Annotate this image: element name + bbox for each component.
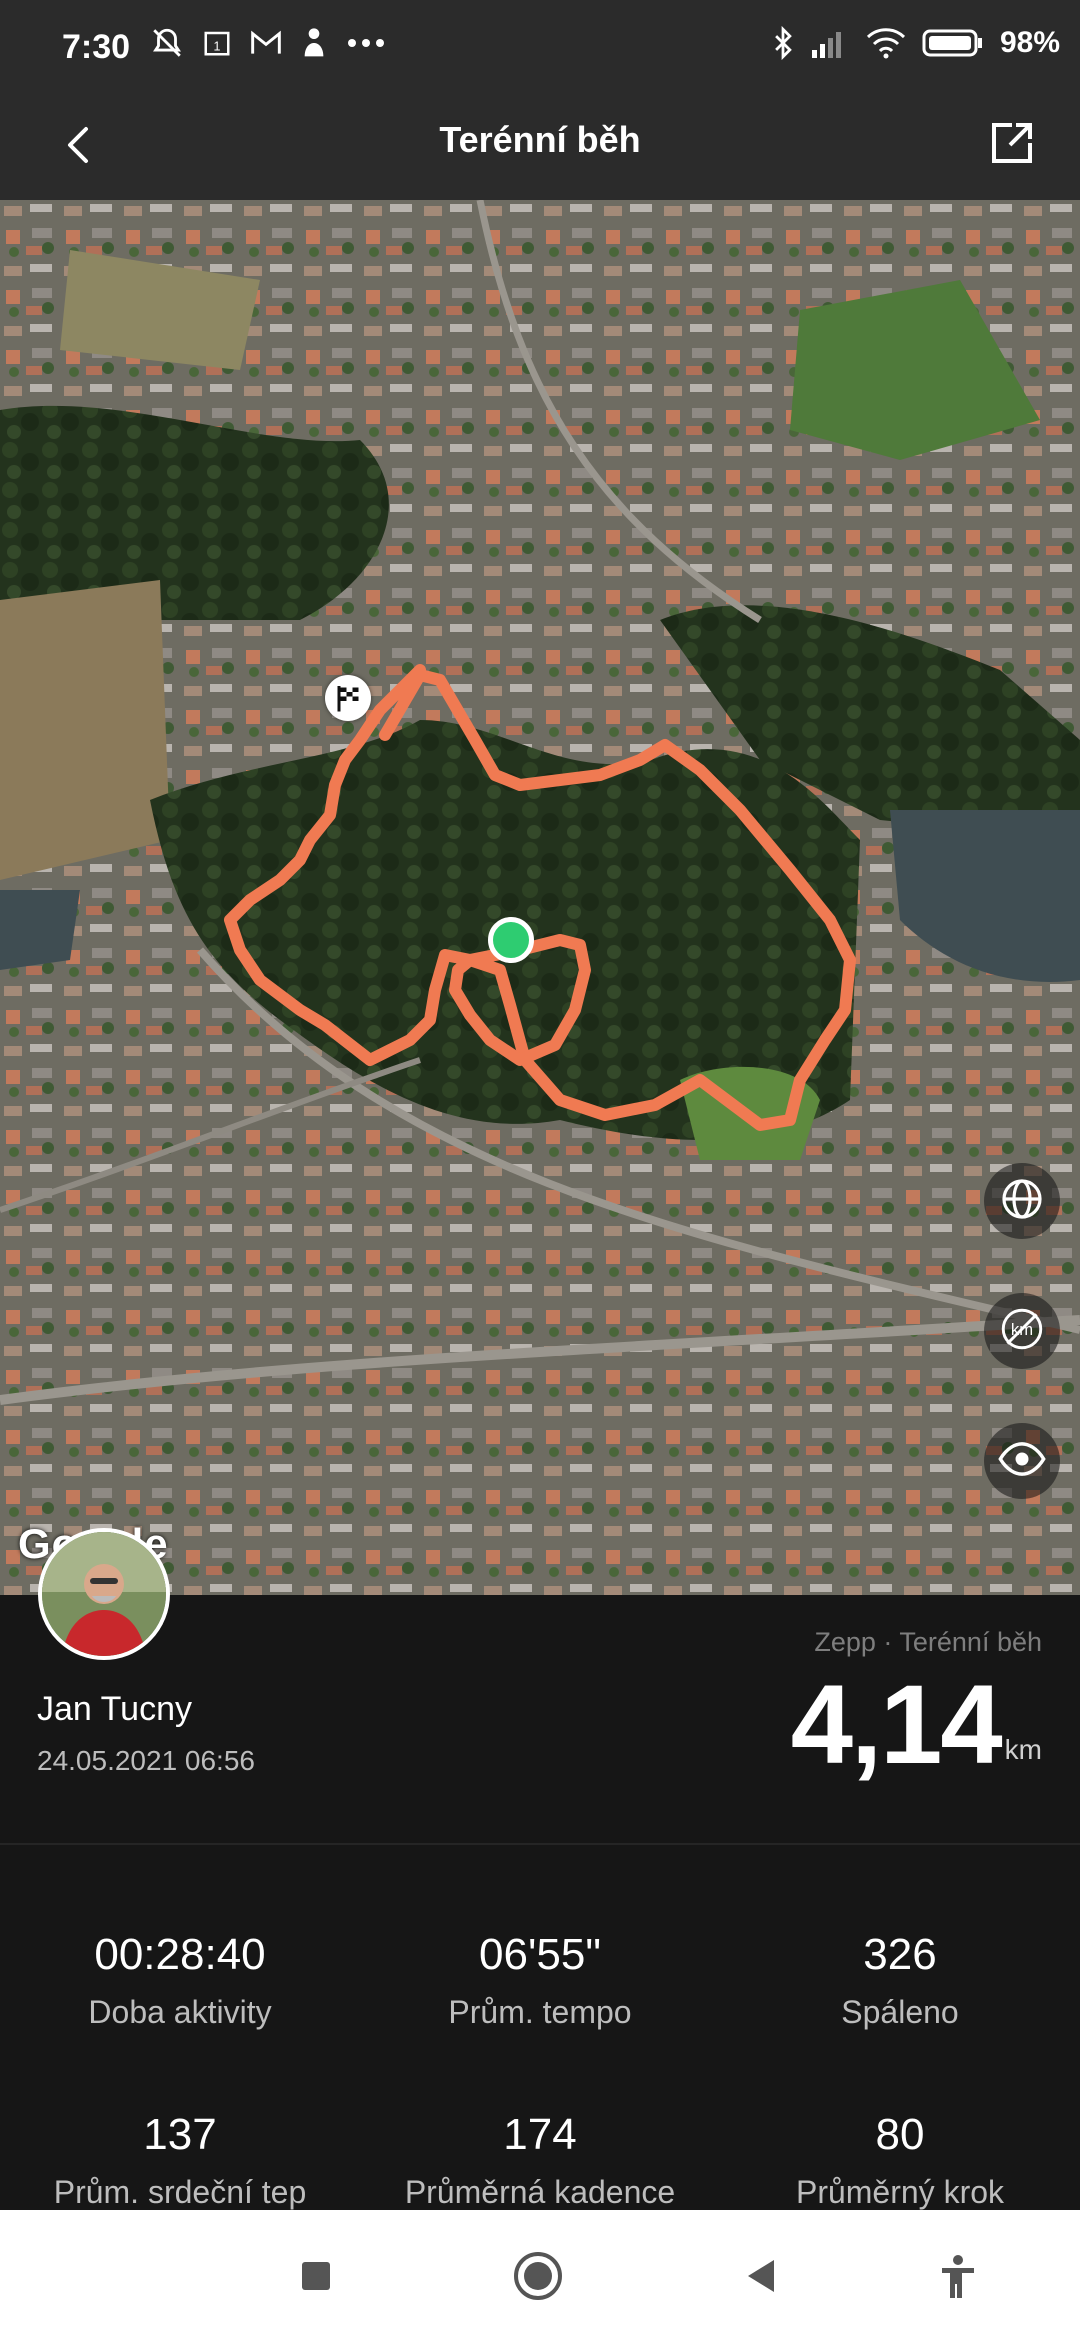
stat-label: Průměrný krok <box>795 2174 1005 2210</box>
stat-avg-stride: 80 Průměrný krok <box>720 2110 1080 2211</box>
stat-value: 00:28:40 <box>94 1930 266 1979</box>
km-off-icon: km <box>997 1304 1047 1359</box>
bluetooth-icon <box>772 26 794 60</box>
eye-icon <box>996 1433 1048 1490</box>
distance-display: 4,14 km <box>790 1662 1042 1787</box>
wifi-icon <box>866 27 906 59</box>
page-title: Terénní běh <box>439 119 641 160</box>
route-map[interactable]: km Google <box>0 200 1080 1595</box>
calendar-icon: 1 <box>202 28 232 58</box>
user-photo <box>42 1532 166 1656</box>
recents-button[interactable] <box>288 2248 344 2304</box>
notification-icons: 1 <box>150 26 386 60</box>
stat-value: 174 <box>503 2110 577 2159</box>
stat-label: Průměrná kadence <box>404 2174 676 2210</box>
app-bar: Terénní běh <box>0 95 1080 200</box>
stat-duration: 00:28:40 Doba aktivity <box>0 1930 360 2031</box>
distance-value: 4,14 <box>790 1662 1003 1787</box>
app-notification-icon <box>300 27 328 59</box>
stat-value: 80 <box>875 2110 925 2159</box>
activity-datetime: 24.05.2021 06:56 <box>37 1745 255 1776</box>
stat-label: Prům. srdeční tep <box>53 2174 307 2210</box>
stat-label: Doba aktivity <box>88 1994 272 2030</box>
svg-text:1: 1 <box>214 40 221 54</box>
km-markers-toggle[interactable]: km <box>984 1293 1060 1369</box>
system-icons: 98% <box>772 26 1060 60</box>
avatar[interactable] <box>38 1528 170 1660</box>
route-path <box>224 664 856 1131</box>
stat-value: 137 <box>143 2110 217 2159</box>
gmail-icon <box>250 29 282 57</box>
stat-label: Spáleno <box>841 1994 959 2030</box>
stat-calories: 326 Spáleno <box>720 1930 1080 2031</box>
start-point-marker <box>488 917 534 963</box>
mute-bell-icon <box>150 26 184 60</box>
stat-avg-heart-rate: 137 Prům. srdeční tep <box>0 2110 360 2211</box>
battery-percent: 98% <box>999 26 1060 59</box>
distance-unit: km <box>1004 1734 1042 1765</box>
home-button[interactable] <box>510 2248 566 2304</box>
more-notifications-icon <box>346 37 386 49</box>
stat-label: Prům. tempo <box>448 1994 632 2030</box>
signal-icon <box>810 28 850 58</box>
accessibility-button[interactable] <box>930 2248 986 2304</box>
stat-avg-pace: 06'55" Prům. tempo <box>360 1930 720 2031</box>
stat-avg-cadence: 174 Průměrná kadence <box>360 2110 720 2211</box>
status-time: 7:30 <box>62 28 131 66</box>
finish-flag-icon <box>325 675 371 721</box>
globe-icon <box>998 1175 1046 1228</box>
status-bar: 7:30 1 98% <box>0 0 1080 95</box>
stats-grid: 00:28:40 Doba aktivity 06'55" Prům. temp… <box>0 1845 1080 2210</box>
system-nav-bar <box>0 2210 1080 2340</box>
map-type-button[interactable] <box>984 1163 1060 1239</box>
share-button[interactable] <box>982 113 1042 173</box>
visibility-toggle[interactable] <box>984 1423 1060 1499</box>
activity-source: Zepp · Terénní běh <box>814 1627 1042 1657</box>
stat-value: 326 <box>863 1930 937 1979</box>
stat-value: 06'55" <box>479 1930 601 1979</box>
back-nav-button[interactable] <box>734 2248 790 2304</box>
battery-icon <box>922 28 984 58</box>
user-name: Jan Tucny <box>37 1690 192 1728</box>
